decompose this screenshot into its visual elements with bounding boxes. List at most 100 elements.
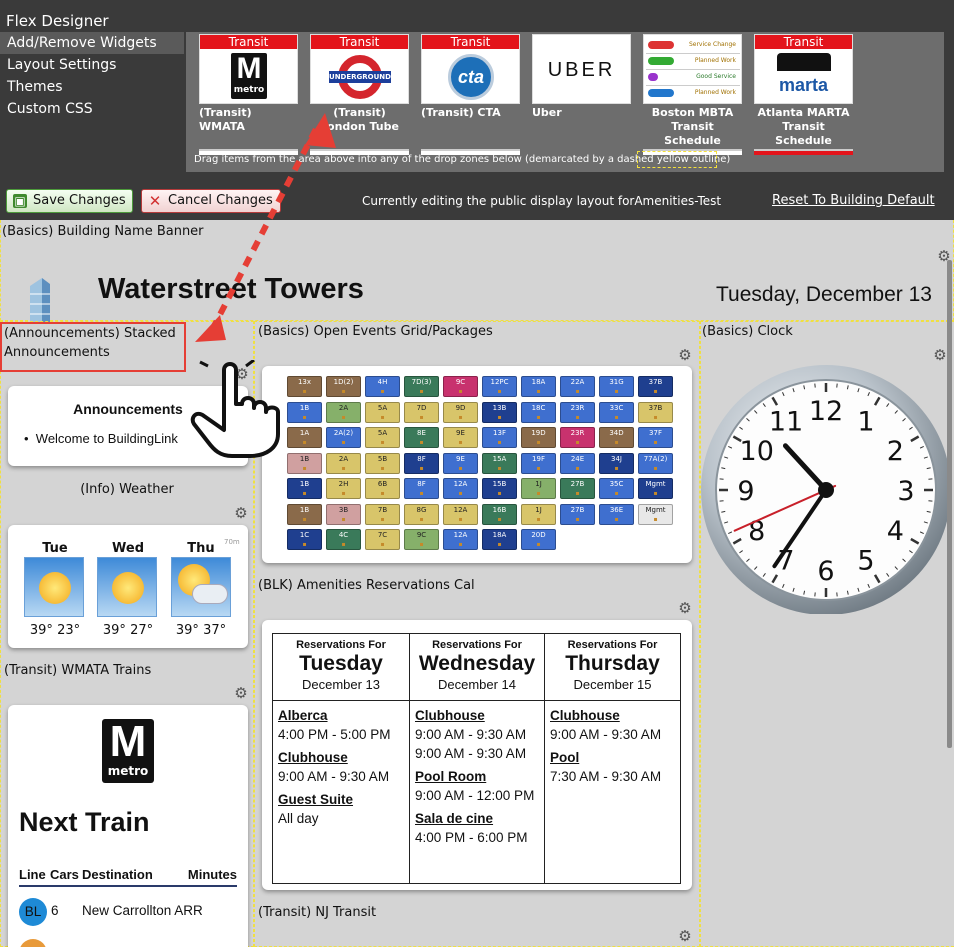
unit-package-cell[interactable]: 20D ▪ <box>521 529 556 550</box>
unit-package-cell[interactable]: 5A ▪ <box>365 427 400 448</box>
unit-package-cell[interactable]: 9E ▪ <box>443 427 478 448</box>
amenity-name[interactable]: Guest Suite <box>278 790 404 809</box>
unit-package-cell[interactable]: 19F ▪ <box>521 452 556 474</box>
unit-package-cell[interactable]: 27B ▪ <box>560 503 595 525</box>
amenity-name[interactable]: Clubhouse <box>550 706 675 725</box>
widget-tile-partial[interactable] <box>754 149 853 155</box>
widget-tile-london-tube[interactable]: Transit UNDERGROUND (Transit) London Tub… <box>310 34 409 134</box>
unit-package-cell[interactable]: 35C ▪ <box>599 478 634 499</box>
analog-clock: 12 1234567891011 <box>701 365 951 614</box>
unit-package-cell[interactable]: Mgmt ▪ <box>638 478 673 499</box>
unit-package-cell[interactable]: 8F ▪ <box>404 452 439 474</box>
gear-icon[interactable]: ⚙ <box>933 348 947 363</box>
gear-icon[interactable]: ⚙ <box>678 929 692 944</box>
col-minutes: Minutes <box>187 867 237 882</box>
unit-package-cell[interactable]: 36E ▪ <box>599 503 634 525</box>
gear-icon[interactable]: ⚙ <box>234 686 248 701</box>
unit-package-cell[interactable]: 1C ▪ <box>287 529 322 550</box>
unit-package-cell[interactable]: 15B ▪ <box>482 478 517 499</box>
unit-package-cell[interactable]: 2A ▪ <box>326 452 361 474</box>
unit-package-cell[interactable]: 5A ▪ <box>365 401 400 423</box>
gear-icon[interactable]: ⚙ <box>678 601 692 616</box>
unit-package-cell[interactable]: 24E ▪ <box>560 452 595 474</box>
unit-package-cell[interactable]: 2A ▪ <box>326 401 361 423</box>
package-icon: ▪ <box>575 464 580 472</box>
unit-package-cell[interactable]: 13B ▪ <box>482 401 517 423</box>
unit-package-cell[interactable]: 34D ▪ <box>599 427 634 448</box>
announcement-item[interactable]: • Welcome to BuildingLink <box>24 431 178 446</box>
unit-package-cell[interactable]: 7D ▪ <box>404 401 439 423</box>
amenity-name[interactable]: Pool <box>550 748 675 767</box>
unit-package-cell[interactable]: 2H ▪ <box>326 478 361 499</box>
unit-package-cell[interactable]: 9C ▪ <box>404 529 439 550</box>
unit-package-cell[interactable]: 1J ▪ <box>521 503 556 525</box>
menu-item-layout-settings[interactable]: Layout Settings <box>0 54 184 76</box>
unit-package-cell[interactable]: 23R ▪ <box>560 427 595 448</box>
unit-package-cell[interactable]: 9E ▪ <box>443 452 478 474</box>
save-changes-button[interactable]: ▣ Save Changes <box>6 189 133 213</box>
unit-package-cell[interactable]: 18A ▪ <box>482 529 517 550</box>
widget-tile-uber[interactable]: UBER Uber <box>532 34 631 120</box>
unit-package-cell[interactable]: 16B ▪ <box>482 503 517 525</box>
unit-package-cell[interactable]: 31G ▪ <box>599 376 634 397</box>
unit-package-cell[interactable]: 1J ▪ <box>521 478 556 499</box>
unit-package-cell[interactable]: 8F ▪ <box>404 478 439 499</box>
unit-package-cell[interactable]: 12A ▪ <box>443 478 478 499</box>
amenity-name[interactable]: Clubhouse <box>415 706 539 725</box>
unit-package-cell[interactable]: 9C ▪ <box>443 376 478 397</box>
menu-item-themes[interactable]: Themes <box>0 76 184 98</box>
widget-tile-wmata[interactable]: Transit M metro (Transit) WMATA <box>199 34 298 134</box>
widget-tile-marta[interactable]: Transit marta Atlanta MARTA Transit Sche… <box>754 34 853 148</box>
cancel-changes-button[interactable]: ✕ Cancel Changes <box>141 189 281 213</box>
unit-package-cell[interactable]: 8G ▪ <box>404 503 439 525</box>
unit-package-cell[interactable]: 34J ▪ <box>599 452 634 474</box>
menu-item-custom-css[interactable]: Custom CSS <box>0 98 184 120</box>
unit-label: 12A <box>453 505 468 514</box>
unit-package-cell[interactable]: 37B ▪ <box>638 401 673 423</box>
unit-package-cell[interactable]: 9D ▪ <box>443 401 478 423</box>
unit-package-cell[interactable]: 15A ▪ <box>482 452 517 474</box>
unit-package-cell[interactable]: 4C ▪ <box>326 529 361 550</box>
unit-package-cell[interactable]: 1B ▪ <box>287 478 322 499</box>
reservations-column: Reservations For Tuesday December 13 Alb… <box>273 634 410 883</box>
unit-package-cell[interactable]: 12A ▪ <box>443 503 478 525</box>
amenity-name[interactable]: Clubhouse <box>278 748 404 767</box>
menu-item-add-remove-widgets[interactable]: Add/Remove Widgets <box>0 32 184 54</box>
reset-to-default-link[interactable]: Reset To Building Default <box>772 193 935 208</box>
unit-package-cell[interactable]: 1D(2) ▪ <box>326 376 361 397</box>
unit-package-cell[interactable]: 18A ▪ <box>521 376 556 397</box>
unit-package-cell[interactable]: 27B ▪ <box>560 478 595 499</box>
scrollbar[interactable] <box>947 260 952 748</box>
unit-package-cell[interactable]: 12PC ▪ <box>482 376 517 397</box>
unit-package-cell[interactable]: 19D ▪ <box>521 427 556 448</box>
unit-package-cell[interactable]: Mgmt ▪ <box>638 503 673 525</box>
unit-package-cell[interactable]: 7D(3) ▪ <box>404 376 439 397</box>
amenity-name[interactable]: Sala de cine <box>415 809 539 828</box>
unit-package-cell[interactable]: 77A(2) ▪ <box>638 452 673 474</box>
unit-package-cell[interactable]: 18C ▪ <box>521 401 556 423</box>
unit-package-cell[interactable]: 12A ▪ <box>443 529 478 550</box>
unit-package-cell[interactable]: 8E ▪ <box>404 427 439 448</box>
unit-package-cell[interactable]: 7C ▪ <box>365 529 400 550</box>
unit-package-cell[interactable]: 22A ▪ <box>560 376 595 397</box>
unit-package-cell[interactable]: 3B ▪ <box>326 503 361 525</box>
gear-icon[interactable]: ⚙ <box>678 348 692 363</box>
clock-number: 9 <box>737 476 754 507</box>
unit-package-cell[interactable]: 13F ▪ <box>482 427 517 448</box>
unit-package-cell[interactable]: 1B ▪ <box>287 503 322 525</box>
amenity-name[interactable]: Alberca <box>278 706 404 725</box>
unit-package-cell[interactable]: 2A(2) ▪ <box>326 427 361 448</box>
unit-package-cell[interactable]: 37F ▪ <box>638 427 673 448</box>
widget-tile-mbta[interactable]: Service Change Planned Work Good Service… <box>643 34 742 148</box>
unit-package-cell[interactable]: 4H ▪ <box>365 376 400 397</box>
unit-package-cell[interactable]: 23R ▪ <box>560 401 595 423</box>
unit-package-cell[interactable]: 7B ▪ <box>365 503 400 525</box>
unit-package-cell[interactable]: 5B ▪ <box>365 452 400 474</box>
unit-package-cell[interactable]: 37B ▪ <box>638 376 673 397</box>
amenity-name[interactable]: Pool Room <box>415 767 539 786</box>
gear-icon[interactable]: ⚙ <box>234 506 248 521</box>
unit-label: 12PC <box>490 378 509 386</box>
unit-package-cell[interactable]: 6B ▪ <box>365 478 400 499</box>
widget-tile-cta[interactable]: Transit cta (Transit) CTA <box>421 34 520 120</box>
unit-package-cell[interactable]: 33C ▪ <box>599 401 634 423</box>
